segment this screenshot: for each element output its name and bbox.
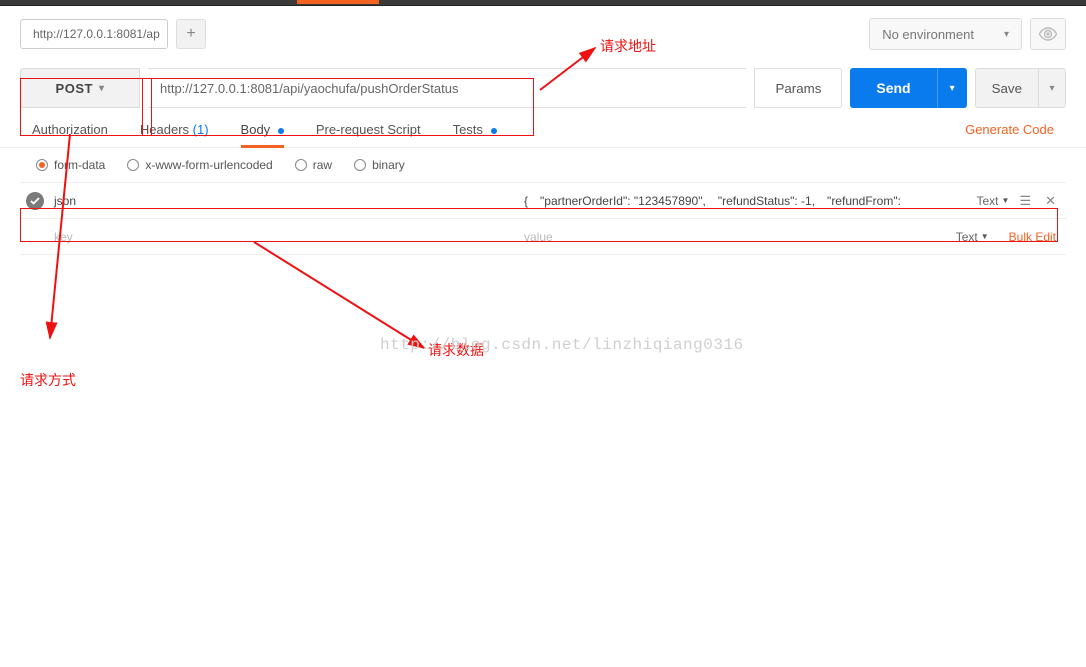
- chevron-down-icon: ▾: [950, 83, 955, 94]
- tab-label: Tests: [453, 122, 483, 137]
- radio-label: x-www-form-urlencoded: [145, 158, 272, 172]
- plus-icon: +: [186, 25, 195, 43]
- save-label: Save: [992, 81, 1022, 96]
- watermark-text: http://blog.csdn.net/linzhiqiang0316: [380, 336, 744, 354]
- chevron-down-icon: ▾: [1049, 83, 1054, 94]
- radio-raw[interactable]: raw: [295, 158, 332, 172]
- url-input[interactable]: [148, 68, 746, 108]
- bulk-edit-label: Bulk Edit: [1009, 230, 1056, 244]
- tab-body[interactable]: Body: [241, 122, 284, 147]
- chevron-down-icon: ▾: [1004, 29, 1009, 40]
- param-value-placeholder[interactable]: value: [524, 230, 946, 244]
- radio-urlencoded[interactable]: x-www-form-urlencoded: [127, 158, 272, 172]
- request-row: POST ▾ Params Send ▾ Save ▾: [0, 58, 1086, 108]
- generate-code-link[interactable]: Generate Code: [965, 122, 1066, 147]
- radio-icon: [295, 159, 307, 171]
- annotation-label-data: 请求数据: [428, 340, 484, 360]
- app-topbar: [0, 0, 1086, 6]
- add-tab-button[interactable]: +: [176, 19, 206, 49]
- radio-icon: [354, 159, 366, 171]
- dot-indicator-icon: [491, 128, 497, 134]
- row-enabled-toggle[interactable]: [26, 192, 44, 210]
- param-key-cell[interactable]: json: [54, 194, 514, 208]
- tab-authorization[interactable]: Authorization: [32, 122, 108, 147]
- row-handle-icon[interactable]: ☰: [1019, 193, 1031, 209]
- param-type-select[interactable]: Text ▼: [956, 230, 989, 244]
- annotation-arrow-data: [244, 240, 444, 360]
- row-delete-icon[interactable]: ✕: [1045, 193, 1056, 209]
- tab-label: Headers: [140, 122, 189, 137]
- save-dropdown-button[interactable]: ▾: [1038, 68, 1066, 108]
- form-data-table: json { "partnerOrderId": "123457890", "r…: [20, 182, 1066, 255]
- chevron-down-icon: ▼: [1002, 196, 1010, 205]
- http-method-select[interactable]: POST ▾: [20, 68, 140, 108]
- radio-icon: [127, 159, 139, 171]
- body-type-radios: form-data x-www-form-urlencoded raw bina…: [0, 148, 1086, 182]
- request-tab-label: http://127.0.0.1:8081/ap: [33, 27, 160, 41]
- radio-label: raw: [313, 158, 332, 172]
- tab-tests[interactable]: Tests: [453, 122, 497, 147]
- param-type-label: Text: [956, 230, 978, 244]
- table-row[interactable]: json { "partnerOrderId": "123457890", "r…: [20, 183, 1066, 219]
- environment-preview-button[interactable]: [1030, 18, 1066, 50]
- table-row-placeholder[interactable]: key value Text ▼ Bulk Edit: [20, 219, 1066, 255]
- bulk-edit-link[interactable]: Bulk Edit: [999, 230, 1056, 244]
- param-value-cell[interactable]: { "partnerOrderId": "123457890", "refund…: [524, 192, 967, 209]
- generate-code-label: Generate Code: [965, 122, 1054, 137]
- http-method-label: POST: [56, 81, 93, 96]
- save-button[interactable]: Save: [975, 68, 1038, 108]
- tab-label: Pre-request Script: [316, 122, 421, 137]
- check-icon: [30, 197, 40, 205]
- send-label: Send: [876, 80, 910, 96]
- environment-label: No environment: [882, 27, 974, 42]
- request-tab[interactable]: http://127.0.0.1:8081/ap: [20, 19, 168, 49]
- radio-binary[interactable]: binary: [354, 158, 405, 172]
- radio-icon: [36, 159, 48, 171]
- request-tabs: Authorization Headers (1) Body Pre-reque…: [0, 108, 1086, 148]
- chevron-down-icon: ▼: [981, 232, 989, 241]
- annotation-label-method: 请求方式: [20, 370, 76, 390]
- eye-icon: [1038, 27, 1058, 41]
- radio-form-data[interactable]: form-data: [36, 158, 105, 172]
- chevron-down-icon: ▾: [99, 83, 105, 94]
- dot-indicator-icon: [278, 128, 284, 134]
- tab-label: Authorization: [32, 122, 108, 137]
- tab-headers[interactable]: Headers (1): [140, 122, 209, 147]
- environment-select[interactable]: No environment ▾: [869, 18, 1022, 50]
- tab-prerequest[interactable]: Pre-request Script: [316, 122, 421, 147]
- send-button[interactable]: Send: [850, 68, 936, 108]
- params-button[interactable]: Params: [754, 68, 842, 108]
- tab-label: Body: [241, 122, 271, 137]
- param-type-select[interactable]: Text ▼: [977, 194, 1010, 208]
- header-row: http://127.0.0.1:8081/ap + No environmen…: [0, 6, 1086, 58]
- headers-count: (1): [193, 122, 209, 137]
- radio-label: form-data: [54, 158, 105, 172]
- param-key-placeholder[interactable]: key: [54, 230, 514, 244]
- radio-label: binary: [372, 158, 405, 172]
- params-label: Params: [775, 81, 821, 96]
- param-type-label: Text: [977, 194, 999, 208]
- send-dropdown-button[interactable]: ▾: [937, 68, 967, 108]
